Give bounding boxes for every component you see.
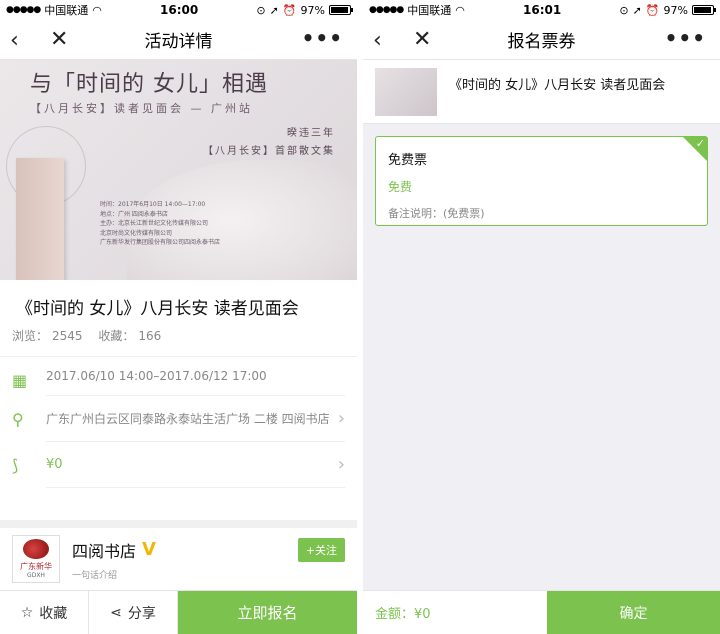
poster-info-line: 广东新华发行集团股份有限公司四阅永泰书店	[100, 239, 221, 247]
battery-icon	[691, 5, 716, 15]
back-icon[interactable]: ‹	[373, 28, 382, 53]
battery-icon	[328, 5, 353, 15]
battery-percent: 97%	[300, 3, 325, 17]
ticket-event-title: 《时间的 女儿》八月长安 读者见面会	[449, 78, 666, 93]
poster-tagline-2: 【八月长安】首部散文集	[203, 146, 335, 157]
ticket-note: 备注说明：(免费票)	[388, 207, 485, 220]
ticket-name: 免费票	[388, 153, 428, 168]
more-icon[interactable]: •••	[302, 26, 343, 50]
follow-button[interactable]: +关注	[297, 538, 345, 562]
page-title: 报名票券	[507, 32, 576, 52]
ticket-icon: ⟆	[12, 456, 19, 475]
views-count: 2545	[52, 329, 83, 343]
verified-badge-icon: V	[142, 539, 156, 560]
page-title: 活动详情	[144, 32, 213, 52]
total-amount: 金额：¥0	[375, 607, 431, 622]
checkout-bar: 金额：¥0 确定	[363, 590, 720, 634]
wifi-icon: ◠	[92, 3, 102, 17]
favs-label: 收藏：	[98, 329, 135, 343]
shop-logo: 广东新华 GDXH	[12, 535, 60, 583]
favorite-button[interactable]: ☆ 收藏	[0, 591, 89, 634]
shop-logo-sub: GDXH	[27, 572, 45, 579]
alarm-icon: ⏰	[282, 3, 297, 17]
close-icon[interactable]: ✕	[50, 27, 68, 52]
status-time: 16:00	[160, 3, 199, 17]
poster-tagline-1: 暌违三年	[287, 128, 335, 139]
shop-logo-mark	[23, 539, 49, 559]
event-detail-screen: ●●●●● 中国联通 ◠ 16:00 ⊙ ➚ ⏰ 97% ‹ ✕ 活动详情 ••…	[0, 0, 357, 634]
confirm-button[interactable]: 确定	[547, 591, 720, 634]
poster-title: 与「时间的 女儿」相遇	[30, 72, 268, 97]
time-row: ▦ 2017.06/10 14:00–2017.06/12 17:00	[0, 357, 357, 396]
poster-info-line: 地点：广州 四阅永泰书店	[100, 210, 168, 218]
poster-info-line: 时间：2017年6月10日 14:00—17:00	[100, 201, 206, 208]
carrier-label: 中国联通	[407, 4, 452, 17]
status-left: ●●●●● 中国联通 ◠	[6, 2, 102, 18]
shop-card[interactable]: 广东新华 GDXH 四阅书店 V 一句话介绍 +关注	[0, 520, 357, 590]
nav-bar: ‹ ✕ 报名票券 •••	[363, 20, 720, 60]
favorite-label: 收藏	[39, 605, 68, 622]
lock-rotation-icon: ⊙	[619, 3, 629, 17]
nav-bar: ‹ ✕ 活动详情 •••	[0, 20, 357, 60]
favs-count: 166	[138, 329, 162, 343]
address-row[interactable]: ⚲ 广东广州白云区同泰路永泰站生活广场 二楼 四阅书店 ›	[0, 396, 357, 442]
carrier-label: 中国联通	[44, 4, 89, 17]
lock-rotation-icon: ⊙	[256, 3, 266, 17]
check-icon: ✓	[695, 137, 705, 150]
shop-intro: 一句话介绍	[72, 570, 118, 581]
event-poster: 与「时间的 女儿」相遇 【八月长安】读者见面会 — 广州站 暌违三年 【八月长安…	[0, 60, 357, 280]
chevron-right-icon: ›	[337, 454, 345, 475]
status-right: ⊙ ➚ ⏰ 97%	[619, 3, 716, 17]
close-icon[interactable]: ✕	[413, 27, 431, 52]
poster-info: 时间：2017年6月10日 14:00—17:00 地点：广州 四阅永泰书店 主…	[100, 200, 220, 248]
poster-info-line: 主办：北京长江新世纪文化传媒有限公司	[100, 220, 209, 228]
status-right: ⊙ ➚ ⏰ 97%	[256, 3, 353, 17]
share-button[interactable]: ⋖ 分享	[89, 591, 178, 634]
star-icon: ☆	[20, 604, 34, 621]
battery-percent: 97%	[663, 3, 688, 17]
more-icon[interactable]: •••	[665, 26, 706, 50]
event-stats: 浏览： 2545 收藏： 166	[0, 327, 357, 357]
calendar-icon: ▦	[12, 371, 28, 390]
ticket-event-header: 《时间的 女儿》八月长安 读者见面会	[363, 60, 720, 124]
ticket-screen: ●●●●● 中国联通 ◠ 16:01 ⊙ ➚ ⏰ 97% ‹ ✕ 报名票券 ••…	[363, 0, 720, 634]
signal-icon: ●●●●●	[369, 5, 404, 15]
status-bar: ●●●●● 中国联通 ◠ 16:01 ⊙ ➚ ⏰ 97%	[363, 0, 720, 20]
poster-info-line: 北京时尚文化传媒有限公司	[100, 229, 173, 237]
event-thumbnail	[375, 68, 437, 116]
event-address: 广东广州白云区同泰路永泰站生活广场 二楼 四阅书店	[46, 411, 330, 426]
screens-container: ●●●●● 中国联通 ◠ 16:00 ⊙ ➚ ⏰ 97% ‹ ✕ 活动详情 ••…	[0, 0, 720, 634]
chevron-right-icon: ›	[337, 408, 345, 429]
share-icon: ⋖	[110, 604, 122, 621]
alarm-icon: ⏰	[645, 3, 660, 17]
wifi-icon: ◠	[455, 3, 465, 17]
ticket-price: 免费	[388, 180, 413, 194]
book-cover-image	[16, 158, 64, 280]
event-price: ¥0	[46, 457, 63, 472]
signal-icon: ●●●●●	[6, 5, 41, 15]
views-label: 浏览：	[12, 329, 49, 343]
back-icon[interactable]: ‹	[10, 28, 19, 53]
shop-name: 四阅书店	[72, 541, 137, 561]
event-time: 2017.06/10 14:00–2017.06/12 17:00	[46, 369, 267, 383]
event-title: 《时间的 女儿》八月长安 读者见面会	[16, 299, 299, 319]
status-time: 16:01	[523, 3, 562, 17]
location-icon: ➚	[632, 3, 642, 17]
status-bar: ●●●●● 中国联通 ◠ 16:00 ⊙ ➚ ⏰ 97%	[0, 0, 357, 20]
bottom-action-bar: ☆ 收藏 ⋖ 分享 立即报名	[0, 590, 357, 634]
status-left: ●●●●● 中国联通 ◠	[369, 2, 465, 18]
price-row[interactable]: ⟆ ¥0 ›	[0, 442, 357, 488]
ticket-option-free[interactable]: ✓ 免费票 免费 备注说明：(免费票)	[375, 136, 708, 226]
share-label: 分享	[127, 605, 156, 622]
location-pin-icon: ⚲	[12, 410, 24, 429]
shop-logo-text: 广东新华	[20, 562, 52, 571]
signup-button[interactable]: 立即报名	[178, 591, 357, 634]
shop-info: 四阅书店 V 一句话介绍	[72, 538, 298, 581]
poster-subtitle: 【八月长安】读者见面会 — 广州站	[30, 102, 253, 115]
location-icon: ➚	[269, 3, 279, 17]
